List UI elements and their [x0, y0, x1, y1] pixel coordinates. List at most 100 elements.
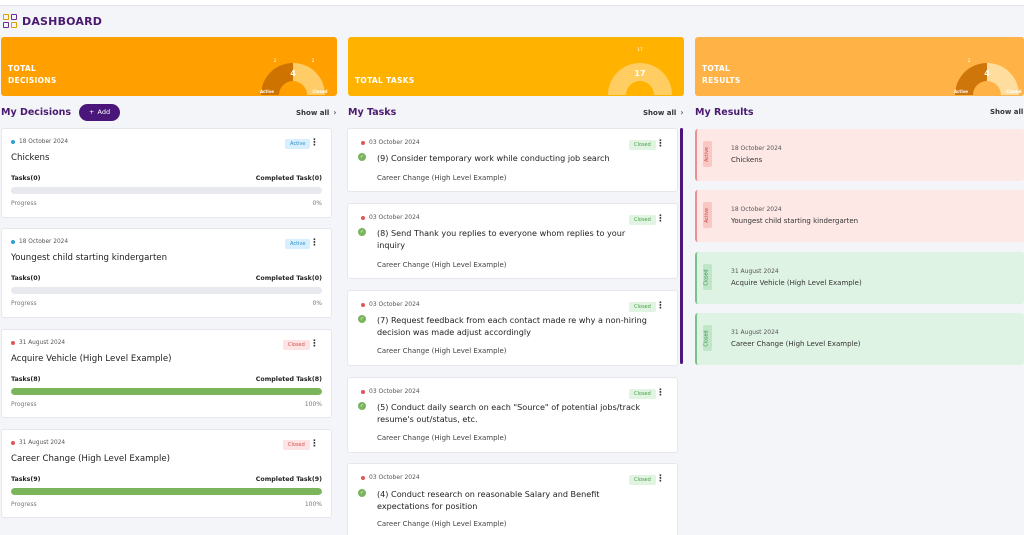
tasks-show-all-link[interactable]: Show all ›	[643, 108, 684, 117]
decision-card[interactable]: 31 August 2024 Closed ⋮ Career Change (H…	[1, 429, 332, 518]
tasks-closed-count: 17	[637, 47, 643, 53]
decision-date: 31 August 2024	[11, 440, 65, 446]
check-circle-icon[interactable]: ✓	[358, 153, 366, 161]
check-circle-icon[interactable]: ✓	[358, 228, 366, 236]
more-options-icon[interactable]: ⋮	[656, 389, 665, 398]
decision-card[interactable]: 31 August 2024 Closed ⋮ Acquire Vehicle …	[1, 329, 332, 418]
more-options-icon[interactable]: ⋮	[310, 139, 319, 148]
result-title: Chickens	[731, 156, 763, 164]
progress-label: Progress	[11, 401, 37, 408]
task-decision: Career Change (High Level Example)	[377, 520, 507, 528]
status-badge: Closed	[283, 340, 310, 350]
completed-count: Completed Task(0)	[255, 275, 322, 282]
task-card[interactable]: 03 October 2024 Closed ⋮ ✓ (9) Consider …	[347, 128, 678, 192]
task-card[interactable]: 03 October 2024 Closed ⋮ ✓ (4) Conduct r…	[347, 463, 678, 535]
more-options-icon[interactable]: ⋮	[656, 475, 665, 484]
task-card[interactable]: 03 October 2024 Closed ⋮ ✓ (7) Request f…	[347, 290, 678, 366]
more-options-icon[interactable]: ⋮	[310, 239, 319, 248]
date-text: 03 October 2024	[369, 388, 420, 395]
task-decision: Career Change (High Level Example)	[377, 347, 507, 355]
progress-label: Progress	[11, 200, 37, 207]
tasks-row: Tasks(0) Completed Task(0)	[11, 275, 322, 282]
task-title: (8) Send Thank you replies to everyone w…	[377, 228, 626, 250]
tasks-count: Tasks(0)	[11, 175, 41, 182]
decision-card[interactable]: 18 October 2024 Active ⋮ Chickens Tasks(…	[1, 128, 332, 218]
status-dot	[361, 140, 365, 145]
progress-fill	[11, 388, 322, 395]
decision-title: Youngest child starting kindergarten	[11, 253, 168, 263]
results-active-count: 2	[968, 58, 971, 64]
page-header: DASHBOARD	[3, 13, 102, 29]
task-card[interactable]: 03 October 2024 Closed ⋮ ✓ (8) Send Than…	[347, 203, 678, 279]
status-dot	[361, 475, 365, 480]
task-title: (9) Consider temporary work while conduc…	[377, 153, 610, 163]
results-show-all-link[interactable]: Show all	[990, 108, 1023, 116]
date-text: 03 October 2024	[369, 214, 420, 221]
result-card[interactable]: Closed 31 August 2024 Career Change (Hig…	[695, 313, 1024, 365]
add-button-label: Add	[97, 108, 111, 116]
progress-fill	[11, 488, 322, 495]
show-all-label: Show all	[643, 108, 677, 117]
check-circle-icon[interactable]: ✓	[358, 402, 366, 410]
result-card[interactable]: Active 18 October 2024 Chickens	[695, 129, 1024, 181]
total-results-label: TOTAL RESULTS	[702, 63, 741, 87]
completed-count: Completed Task(9)	[255, 476, 322, 483]
result-date: 31 August 2024	[731, 329, 779, 336]
decision-title: Chickens	[11, 153, 50, 163]
decisions-show-all-link[interactable]: Show all ›	[296, 108, 337, 117]
progress-label: Progress	[11, 300, 37, 307]
status-badge: Closed	[629, 140, 656, 150]
decision-date: 31 August 2024	[11, 340, 65, 346]
date-text: 31 August 2024	[19, 340, 66, 346]
decisions-total: 4	[290, 69, 296, 78]
decisions-closed-label: Closed	[312, 89, 327, 94]
tasks-scrollbar[interactable]	[680, 128, 683, 364]
tasks-row: Tasks(8) Completed Task(8)	[11, 376, 322, 383]
status-tag: Active	[703, 141, 712, 167]
progress-value: 100%	[304, 501, 322, 508]
decisions-active-count: 2	[274, 58, 277, 64]
decision-title: Acquire Vehicle (High Level Example)	[11, 354, 172, 364]
date-text: 31 August 2024	[19, 440, 66, 446]
task-date: 03 October 2024	[361, 301, 420, 308]
task-card[interactable]: 03 October 2024 Closed ⋮ ✓ (5) Conduct d…	[347, 377, 678, 453]
status-tag: Closed	[703, 264, 712, 290]
progress-bar	[11, 488, 322, 495]
tasks-count: Tasks(9)	[11, 476, 41, 483]
status-tag: Closed	[703, 325, 712, 351]
decision-card[interactable]: 18 October 2024 Active ⋮ Youngest child …	[1, 228, 332, 318]
page-title: DASHBOARD	[22, 14, 103, 28]
show-all-label: Show all	[296, 108, 330, 117]
more-options-icon[interactable]: ⋮	[656, 215, 665, 224]
total-tasks-card[interactable]: 17 17 TOTAL TASKS	[348, 37, 684, 96]
result-card[interactable]: Active 18 October 2024 Youngest child st…	[695, 190, 1024, 242]
label-line: TOTAL TASKS	[355, 76, 415, 85]
check-circle-icon[interactable]: ✓	[358, 315, 366, 323]
task-decision: Career Change (High Level Example)	[377, 261, 507, 269]
check-circle-icon[interactable]: ✓	[358, 489, 366, 497]
task-date: 03 October 2024	[361, 474, 420, 481]
decision-date: 18 October 2024	[11, 139, 68, 145]
status-dot	[11, 441, 15, 445]
chevron-right-icon: ›	[333, 108, 337, 117]
tasks-row: Tasks(0) Completed Task(0)	[11, 175, 322, 182]
more-options-icon[interactable]: ⋮	[310, 440, 319, 449]
add-decision-button[interactable]: + Add	[79, 103, 121, 121]
tasks-header: My Tasks	[348, 104, 396, 120]
total-decisions-card[interactable]: 4 2 2 Active Closed TOTAL DECISIONS	[1, 37, 337, 96]
total-results-card[interactable]: 4 2 Active Closed TOTAL RESULTS	[695, 37, 1024, 96]
status-badge: Closed	[629, 389, 656, 399]
progress-row: Progress 100%	[11, 401, 322, 408]
task-decision: Career Change (High Level Example)	[377, 174, 507, 182]
more-options-icon[interactable]: ⋮	[310, 340, 319, 349]
progress-value: 100%	[304, 401, 322, 408]
results-total: 4	[984, 69, 990, 78]
tasks-count: Tasks(8)	[11, 376, 41, 383]
tasks-row: Tasks(9) Completed Task(9)	[11, 476, 322, 483]
label-line: DECISIONS	[8, 76, 57, 85]
task-date: 03 October 2024	[361, 214, 420, 221]
more-options-icon[interactable]: ⋮	[656, 302, 665, 311]
more-options-icon[interactable]: ⋮	[656, 140, 665, 149]
result-date: 31 August 2024	[731, 268, 779, 275]
result-card[interactable]: Closed 31 August 2024 Acquire Vehicle (H…	[695, 252, 1024, 304]
